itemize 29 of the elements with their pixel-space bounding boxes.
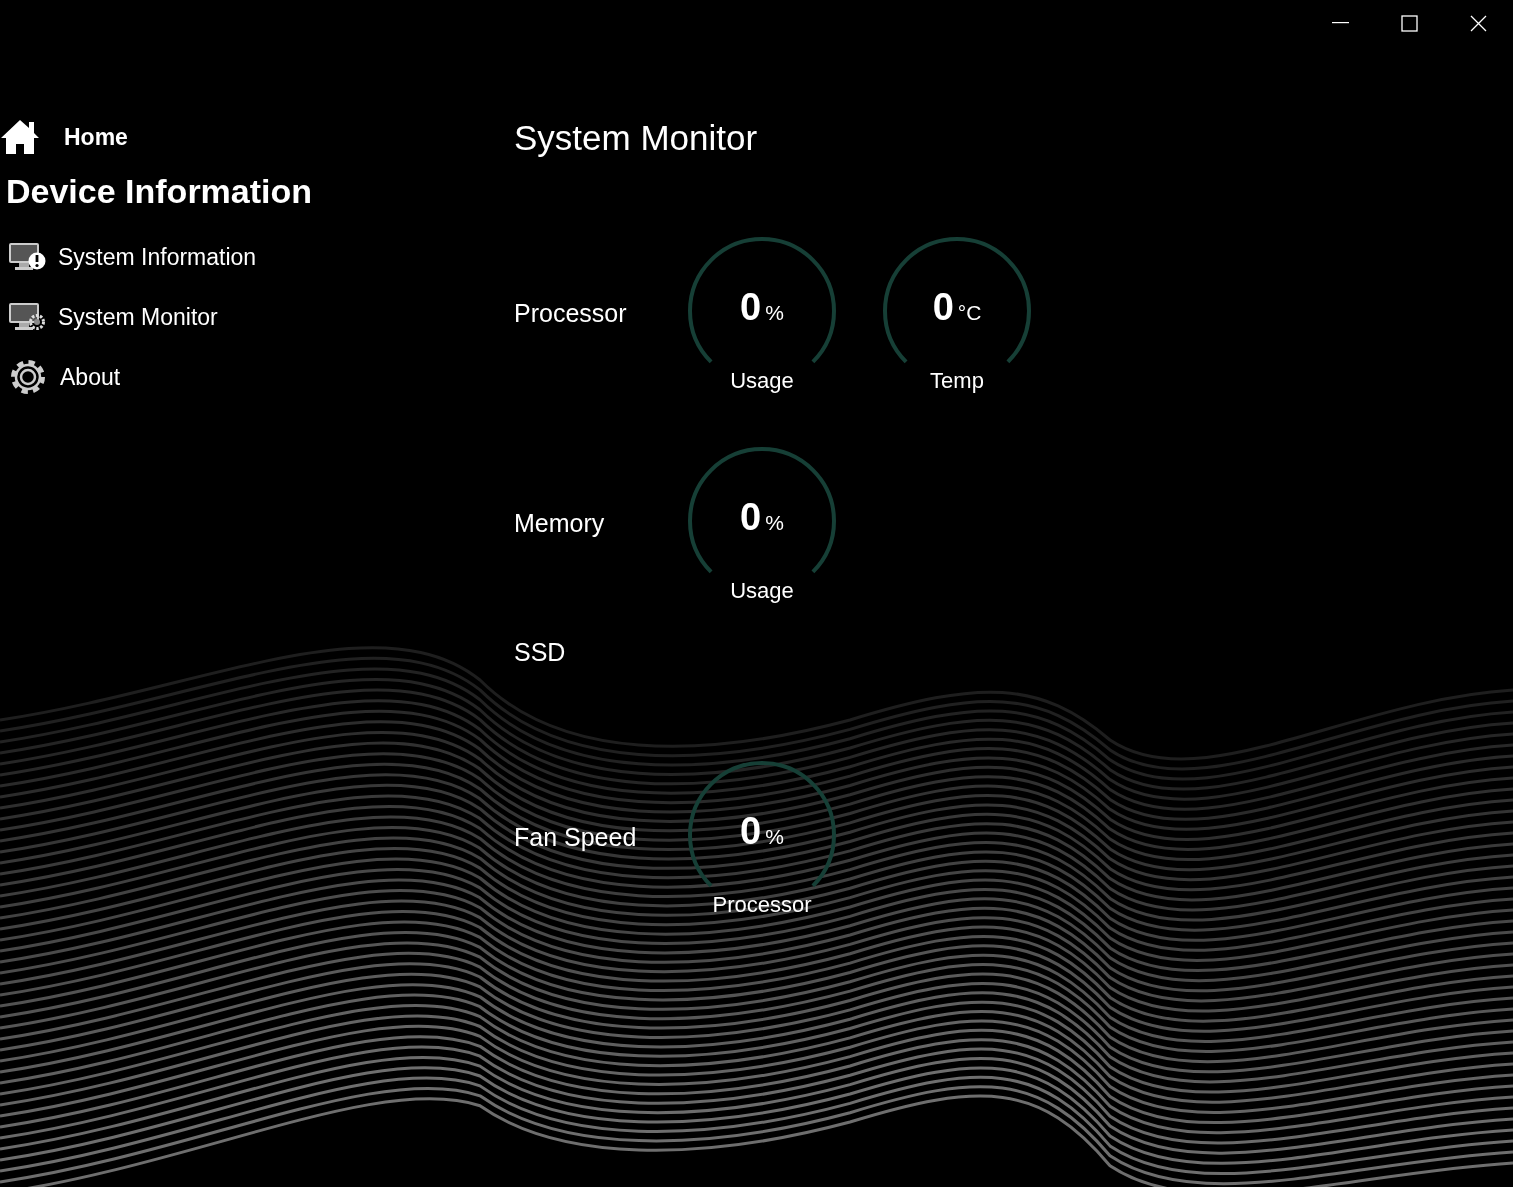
gauge-value: 0 — [740, 810, 762, 853]
gauge-unit: % — [765, 825, 784, 849]
page-title: System Monitor — [514, 118, 759, 159]
section-label: Fan Speed — [514, 823, 638, 852]
home-icon — [0, 119, 40, 155]
gauge-unit: % — [765, 511, 784, 535]
home-button[interactable]: Home — [0, 114, 128, 160]
gauge-caption: Usage — [729, 578, 795, 604]
nav-item[interactable]: System Information — [0, 227, 263, 287]
gauge-caption: Temp — [929, 368, 985, 394]
maximize-icon — [1401, 14, 1418, 32]
nav-item[interactable]: System Monitor — [0, 287, 224, 347]
section-label: SSD — [514, 638, 567, 667]
gauge-value: 0 — [932, 286, 954, 329]
minimize-icon — [1332, 22, 1349, 24]
gauge-caption: Processor — [711, 892, 813, 918]
nav-item[interactable]: About — [0, 347, 127, 407]
section-label: Processor — [514, 299, 628, 328]
monitor-gear-icon — [8, 302, 46, 332]
close-icon — [1470, 14, 1487, 32]
gauge-unit: °C — [957, 301, 982, 325]
gauge-unit: % — [765, 301, 784, 325]
section-label: Memory — [514, 509, 606, 538]
gear-icon — [8, 357, 48, 397]
gauge-value: 0 — [740, 286, 762, 329]
gauge-caption: Usage — [729, 368, 795, 394]
section-heading: Device Information — [6, 172, 314, 211]
gauge-value: 0 — [740, 496, 762, 539]
monitor-alert-icon — [8, 242, 46, 272]
